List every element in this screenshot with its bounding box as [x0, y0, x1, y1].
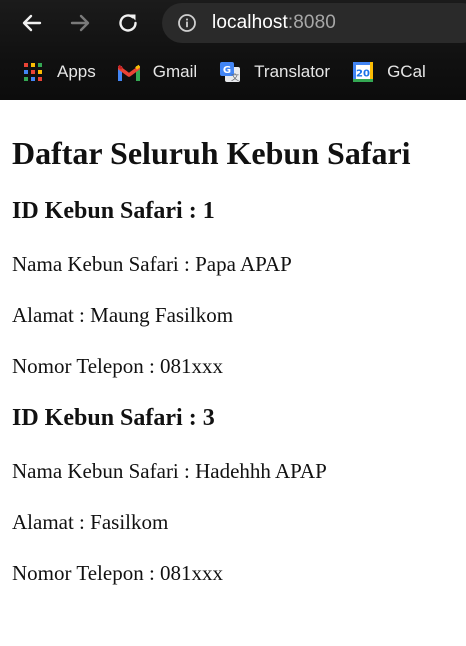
reload-button[interactable] [113, 8, 143, 38]
apps-grid-icon [22, 61, 44, 83]
bookmark-label: GCal [387, 62, 426, 81]
safari-address: Alamat : Fasilkom [12, 510, 169, 534]
safari-address: Alamat : Maung Fasilkom [12, 303, 234, 327]
bookmark-translator[interactable]: G 文 Translator [219, 61, 330, 83]
forward-button[interactable] [65, 8, 95, 38]
browser-chrome: localhost:8080 Apps Gmail G 文 Translator… [0, 0, 466, 100]
url-port: :8080 [287, 12, 336, 33]
bookmark-gcal[interactable]: 20 GCal [352, 61, 426, 83]
arrow-left-icon [22, 14, 42, 32]
url-host: localhost [212, 12, 288, 33]
bookmark-gmail[interactable]: Gmail [117, 61, 198, 83]
address-bar[interactable]: localhost:8080 [162, 3, 466, 43]
safari-entry: ID Kebun Safari : 3 Nama Kebun Safari : … [12, 403, 454, 586]
safari-entry: ID Kebun Safari : 1 Nama Kebun Safari : … [12, 196, 454, 379]
bookmark-label: Translator [254, 62, 331, 81]
calendar-icon: 20 [352, 61, 374, 83]
safari-phone: Nomor Telepon : 081xxx [12, 561, 224, 585]
reload-icon [119, 14, 137, 32]
gmail-icon [117, 61, 140, 83]
svg-text:G: G [223, 65, 231, 76]
svg-text:文: 文 [231, 72, 239, 82]
browser-toolbar: localhost:8080 [0, 0, 466, 46]
page-title: Daftar Seluruh Kebun Safari [12, 135, 411, 171]
calendar-badge: 20 [356, 69, 370, 80]
bookmark-label: Gmail [152, 62, 198, 81]
bookmarks-bar: Apps Gmail G 文 Translator 20 GCal [0, 52, 466, 92]
safari-name: Nama Kebun Safari : Papa APAP [12, 252, 292, 276]
safari-id-heading: ID Kebun Safari : 3 [12, 405, 215, 431]
safari-name: Nama Kebun Safari : Hadehhh APAP [12, 459, 327, 483]
safari-id-heading: ID Kebun Safari : 1 [12, 198, 215, 224]
back-button[interactable] [17, 8, 47, 38]
bookmark-apps[interactable]: Apps [22, 61, 96, 83]
page-content: Daftar Seluruh Kebun Safari ID Kebun Saf… [0, 133, 466, 586]
url-text: localhost:8080 [212, 12, 336, 34]
translate-icon: G 文 [219, 61, 241, 83]
info-icon[interactable] [176, 12, 198, 34]
bookmark-label: Apps [57, 62, 96, 81]
safari-phone: Nomor Telepon : 081xxx [12, 354, 224, 378]
arrow-right-icon [70, 14, 90, 32]
